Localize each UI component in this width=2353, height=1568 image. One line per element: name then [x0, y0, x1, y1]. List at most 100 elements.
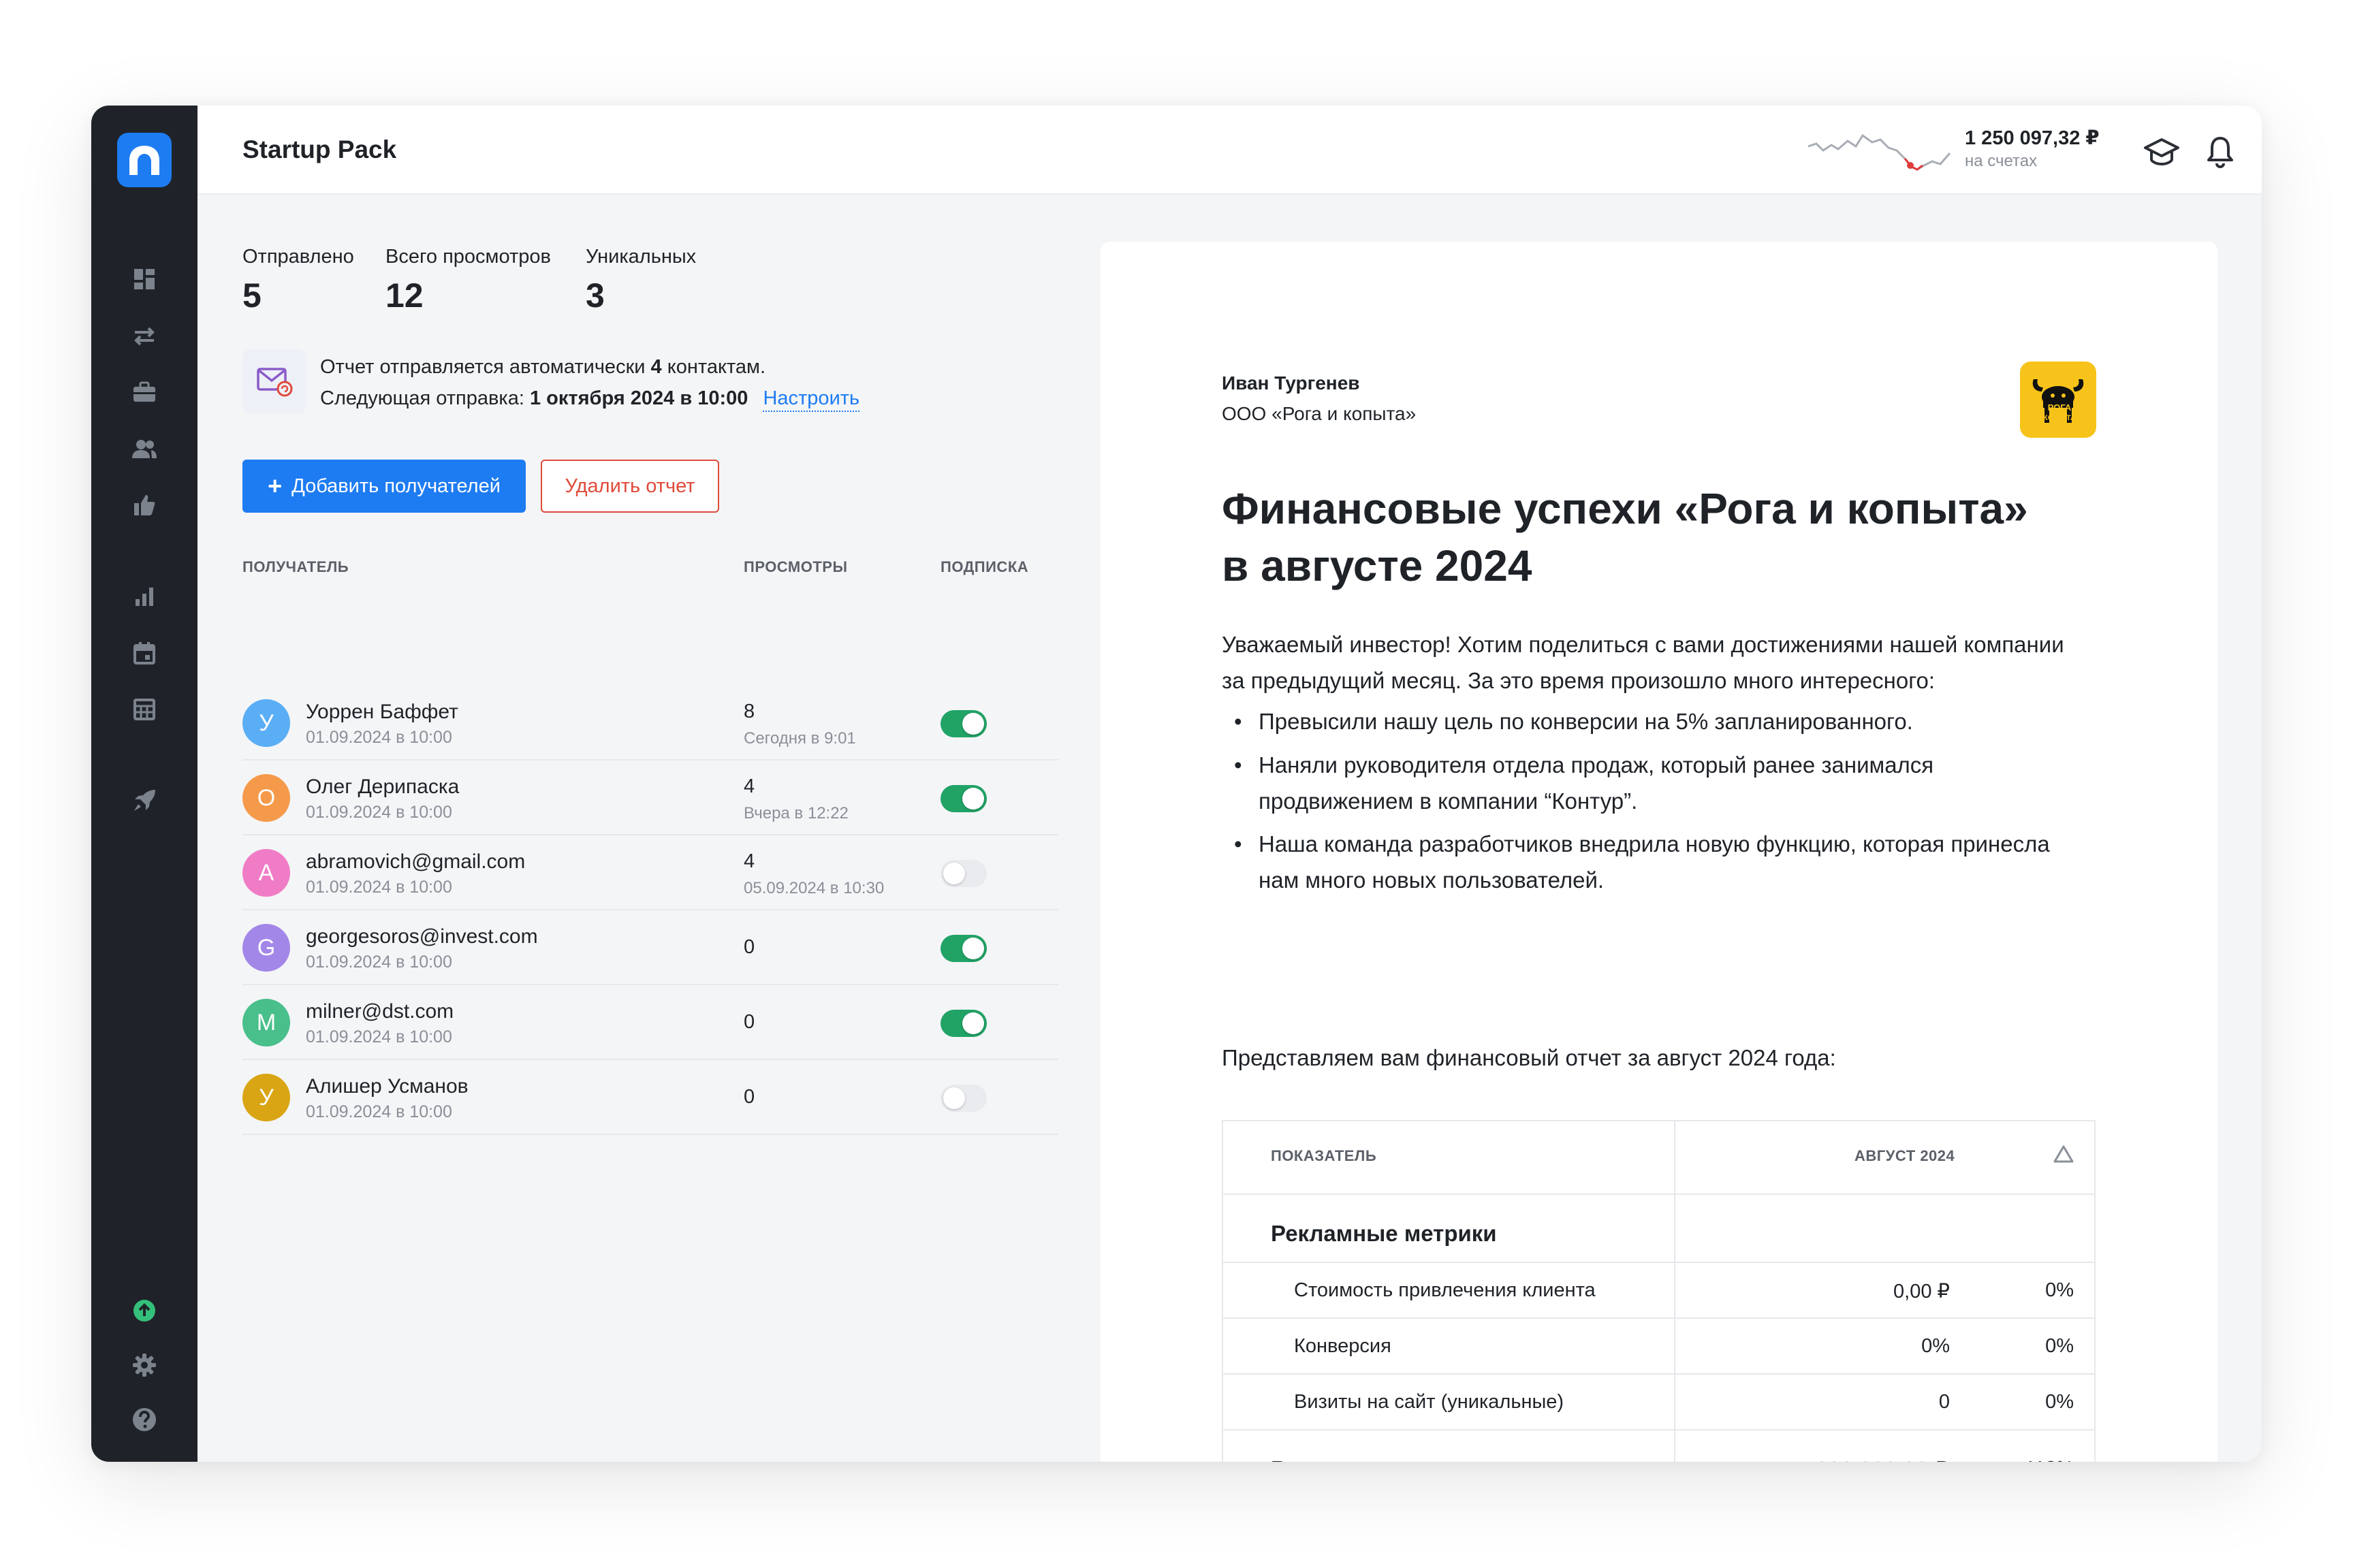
- recipient-date: 01.09.2024 в 10:00: [306, 1102, 452, 1121]
- recipient-last-view: Сегодня в 9:01: [744, 729, 856, 748]
- report-company: ООО «Рога и копыта»: [1222, 403, 1417, 424]
- table-row[interactable]: У Уоррен Баффет 01.09.2024 в 10:00 8 Сегодня…: [242, 686, 1058, 761]
- auto-send-line1: Отчет отправляется автоматически 4 конта…: [320, 356, 765, 379]
- bullet-2-line1: Наняли руководителя отдела продаж, котор…: [1259, 752, 1934, 778]
- table-row[interactable]: Ggeorgesoros@invest.com 01.09.2024 в 10:0…: [242, 910, 1058, 985]
- report-preview: Иван Тургенев ООО «Рога и копыта» РОГА К…: [1101, 242, 2217, 1462]
- table-section-row: Рекламные метрики: [1223, 1206, 2094, 1263]
- subscription-toggle[interactable]: [941, 1085, 987, 1112]
- toggle-knob: [962, 788, 984, 810]
- bar-chart-icon[interactable]: [127, 579, 161, 613]
- table-row: Стоимость привлечения клиента 0,00 ₽ 0%: [1223, 1263, 2094, 1319]
- col-views: ПРОСМОТРЫ: [744, 558, 848, 575]
- thumb-up-icon[interactable]: [127, 488, 161, 522]
- dashboard-icon[interactable]: [127, 262, 161, 296]
- metric-change: 0%: [2045, 1391, 2074, 1413]
- table-icon[interactable]: [127, 692, 161, 726]
- app-logo[interactable]: [117, 133, 172, 187]
- metric-value: 0%: [1921, 1335, 1950, 1357]
- bullet-3-line2: нам много новых пользователей.: [1259, 867, 1605, 893]
- graduation-cap-icon[interactable]: [2143, 133, 2181, 171]
- auto-send-count: 4: [650, 356, 662, 378]
- report-author: Иван Тургенев: [1222, 372, 1360, 394]
- recipient-last-view: 05.09.2024 в 10:30: [744, 879, 885, 897]
- auto-send-prefix: Отчет отправляется автоматически: [320, 356, 646, 378]
- recipient-avatar: О: [242, 774, 290, 822]
- auto-mail-icon: [242, 349, 306, 413]
- subscription-toggle[interactable]: [941, 710, 987, 737]
- add-recipients-button[interactable]: + Добавить получателей: [242, 460, 526, 513]
- next-send-date: 1 октября 2024 в 10:00: [530, 387, 748, 409]
- stat-sent-label: Отправлено: [242, 246, 354, 268]
- stat-views-label: Всего просмотров: [385, 246, 551, 268]
- delete-report-button[interactable]: Удалить отчет: [541, 460, 719, 513]
- transfer-icon[interactable]: [127, 319, 161, 353]
- recipient-views: 0: [744, 936, 755, 958]
- company-logo: РОГА КОПЫТА: [2020, 362, 2096, 438]
- rocket-icon[interactable]: [127, 784, 161, 818]
- users-icon[interactable]: [127, 432, 161, 466]
- gear-icon[interactable]: [127, 1348, 161, 1382]
- report-bullet: Наша команда разработчиков внедрила нову…: [1222, 826, 2100, 898]
- recipient-views: 8: [744, 701, 755, 722]
- col-period[interactable]: АВГУСТ 2024: [1854, 1147, 1955, 1165]
- recipient-date: 01.09.2024 в 10:00: [306, 1027, 452, 1046]
- logo-text-1: РОГА: [2048, 402, 2072, 413]
- help-icon[interactable]: [127, 1403, 161, 1437]
- report-title: Финансовые успехи «Рога и копыта» в авгу…: [1222, 480, 2107, 594]
- table-total-row: Выручка 5 000 000,00 ₽ +112%: [1223, 1439, 2094, 1462]
- recipient-name: Уоррен Баффет: [306, 701, 458, 723]
- next-send-prefix: Следующая отправка:: [320, 387, 524, 409]
- auto-send-suffix: контактам.: [667, 356, 766, 378]
- top-header: Startup Pack 1 250 097,32 ₽ на счетах: [198, 106, 2262, 195]
- sparkline-icon: [1808, 133, 1951, 171]
- bell-icon[interactable]: [2201, 133, 2239, 171]
- recipient-date: 01.09.2024 в 10:00: [306, 878, 452, 897]
- toggle-knob: [962, 938, 984, 959]
- metric-value: 0: [1938, 1391, 1950, 1413]
- recipient-views: 4: [744, 850, 755, 872]
- recipient-views: 0: [744, 1011, 755, 1033]
- subscription-toggle[interactable]: [941, 785, 987, 812]
- table-row: Визиты на сайт (уникальные) 0 0%: [1223, 1375, 2094, 1430]
- col-indicator: ПОКАЗАТЕЛЬ: [1271, 1147, 1377, 1164]
- toggle-knob: [962, 1012, 984, 1034]
- toggle-knob: [962, 713, 984, 735]
- report-outro: Представляем вам финансовый отчет за авг…: [1222, 1045, 1836, 1070]
- app-title: Startup Pack: [242, 135, 397, 163]
- recipient-avatar: G: [242, 924, 290, 972]
- recipient-name: milner@dst.com: [306, 1000, 454, 1023]
- metric-change: 0%: [2045, 1335, 2074, 1357]
- sidebar: [91, 106, 198, 1462]
- subscription-toggle[interactable]: [941, 1010, 987, 1037]
- table-row[interactable]: У Алишер Усманов 01.09.2024 в 10:00 0: [242, 1060, 1058, 1135]
- table-row[interactable]: Mmilner@dst.com 01.09.2024 в 10:00 0: [242, 985, 1058, 1060]
- upload-icon[interactable]: [127, 1294, 161, 1328]
- report-intro-line1: Уважаемый инвестор! Хотим поделиться с в…: [1222, 632, 2064, 657]
- sort-triangle-icon[interactable]: [2053, 1145, 2074, 1164]
- report-title-line1: Финансовые успехи «Рога и копыта»: [1222, 484, 2028, 533]
- table-row[interactable]: О Олег Дерипаска 01.09.2024 в 10:00 4 Вчера …: [242, 761, 1058, 835]
- metric-label: Стоимость привлечения клиента: [1294, 1279, 1596, 1301]
- calendar-icon[interactable]: [127, 636, 161, 670]
- recipient-date: 01.09.2024 в 10:00: [306, 803, 452, 822]
- briefcase-icon[interactable]: [127, 375, 161, 409]
- table-row[interactable]: Aabramovich@gmail.com 01.09.2024 в 10:00 4…: [242, 835, 1058, 910]
- recipient-avatar: M: [242, 999, 290, 1046]
- col-recipient: ПОЛУЧАТЕЛЬ: [242, 558, 349, 575]
- subscription-toggle[interactable]: [941, 935, 987, 962]
- configure-link[interactable]: Настроить: [763, 387, 860, 412]
- recipient-date: 01.09.2024 в 10:00: [306, 728, 452, 747]
- total-change: +112%: [2013, 1458, 2074, 1462]
- logo-arch-icon: [129, 146, 159, 175]
- app-window: Startup Pack 1 250 097,32 ₽ на счетах От…: [91, 106, 2262, 1462]
- report-bullet: Превысили нашу цель по конверсии на 5% з…: [1222, 703, 2100, 739]
- stat-views-value: 12: [385, 276, 424, 315]
- stat-sent-value: 5: [242, 276, 262, 315]
- recipient-name: abramovich@gmail.com: [306, 850, 526, 873]
- plus-icon: +: [268, 472, 283, 500]
- recipient-views: 4: [744, 775, 755, 797]
- recipient-name: Олег Дерипаска: [306, 775, 460, 798]
- table-section-title: Рекламные метрики: [1271, 1221, 1497, 1246]
- subscription-toggle[interactable]: [941, 860, 987, 887]
